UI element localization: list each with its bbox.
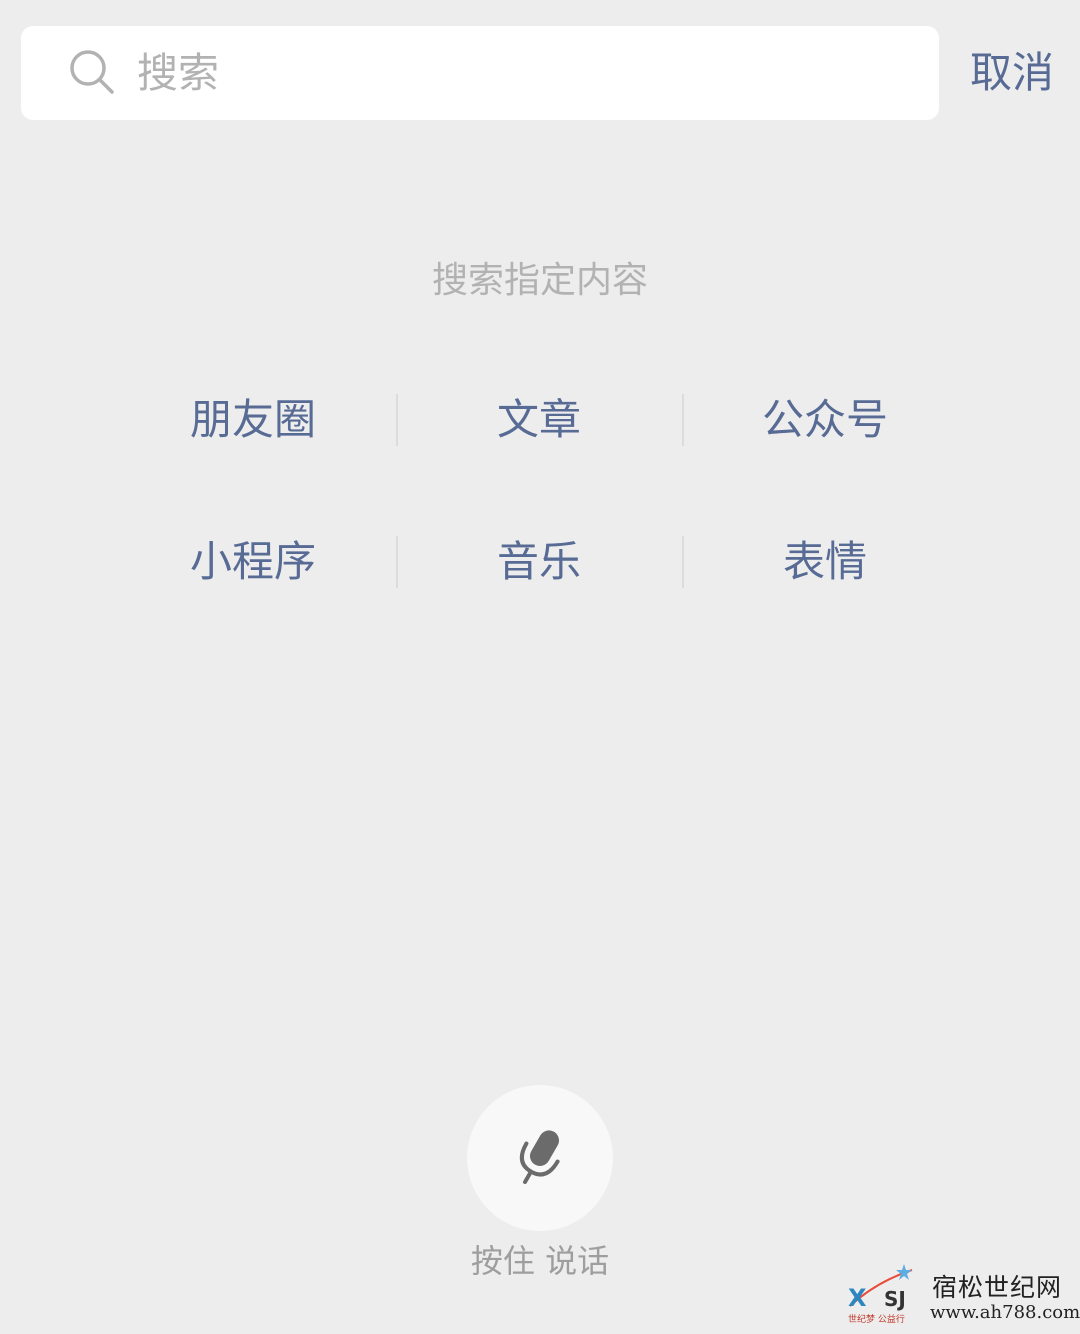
category-row: 朋友圈 文章 公众号 <box>110 380 970 460</box>
watermark-title: 宿松世纪网 <box>932 1273 1063 1302</box>
category-music[interactable]: 音乐 <box>396 522 682 602</box>
category-moments[interactable]: 朋友圈 <box>110 380 396 460</box>
search-icon <box>70 50 114 94</box>
search-scope-hint: 搜索指定内容 <box>431 260 648 301</box>
search-bar[interactable] <box>21 26 939 120</box>
watermark-url: www.ah788.com <box>930 1302 1080 1323</box>
watermark-slogan: 世纪梦 公益行 <box>848 1315 905 1325</box>
svg-text:X: X <box>848 1284 867 1312</box>
category-stickers[interactable]: 表情 <box>682 522 968 602</box>
category-articles[interactable]: 文章 <box>396 380 682 460</box>
category-mini-programs[interactable]: 小程序 <box>110 522 396 602</box>
microphone-icon <box>519 1130 560 1184</box>
svg-text:SJ: SJ <box>884 1287 906 1311</box>
category-grid: 朋友圈 文章 公众号 小程序 音乐 表情 <box>110 380 970 664</box>
cancel-button[interactable]: 取消 <box>962 26 1062 120</box>
category-official-accounts[interactable]: 公众号 <box>682 380 968 460</box>
voice-search-button[interactable] <box>467 1085 613 1231</box>
search-input[interactable] <box>137 26 917 120</box>
watermark: X SJ 世纪梦 公益行 宿松世纪网 www.ah788.com <box>846 1262 1080 1328</box>
category-row: 小程序 音乐 表情 <box>110 522 970 602</box>
